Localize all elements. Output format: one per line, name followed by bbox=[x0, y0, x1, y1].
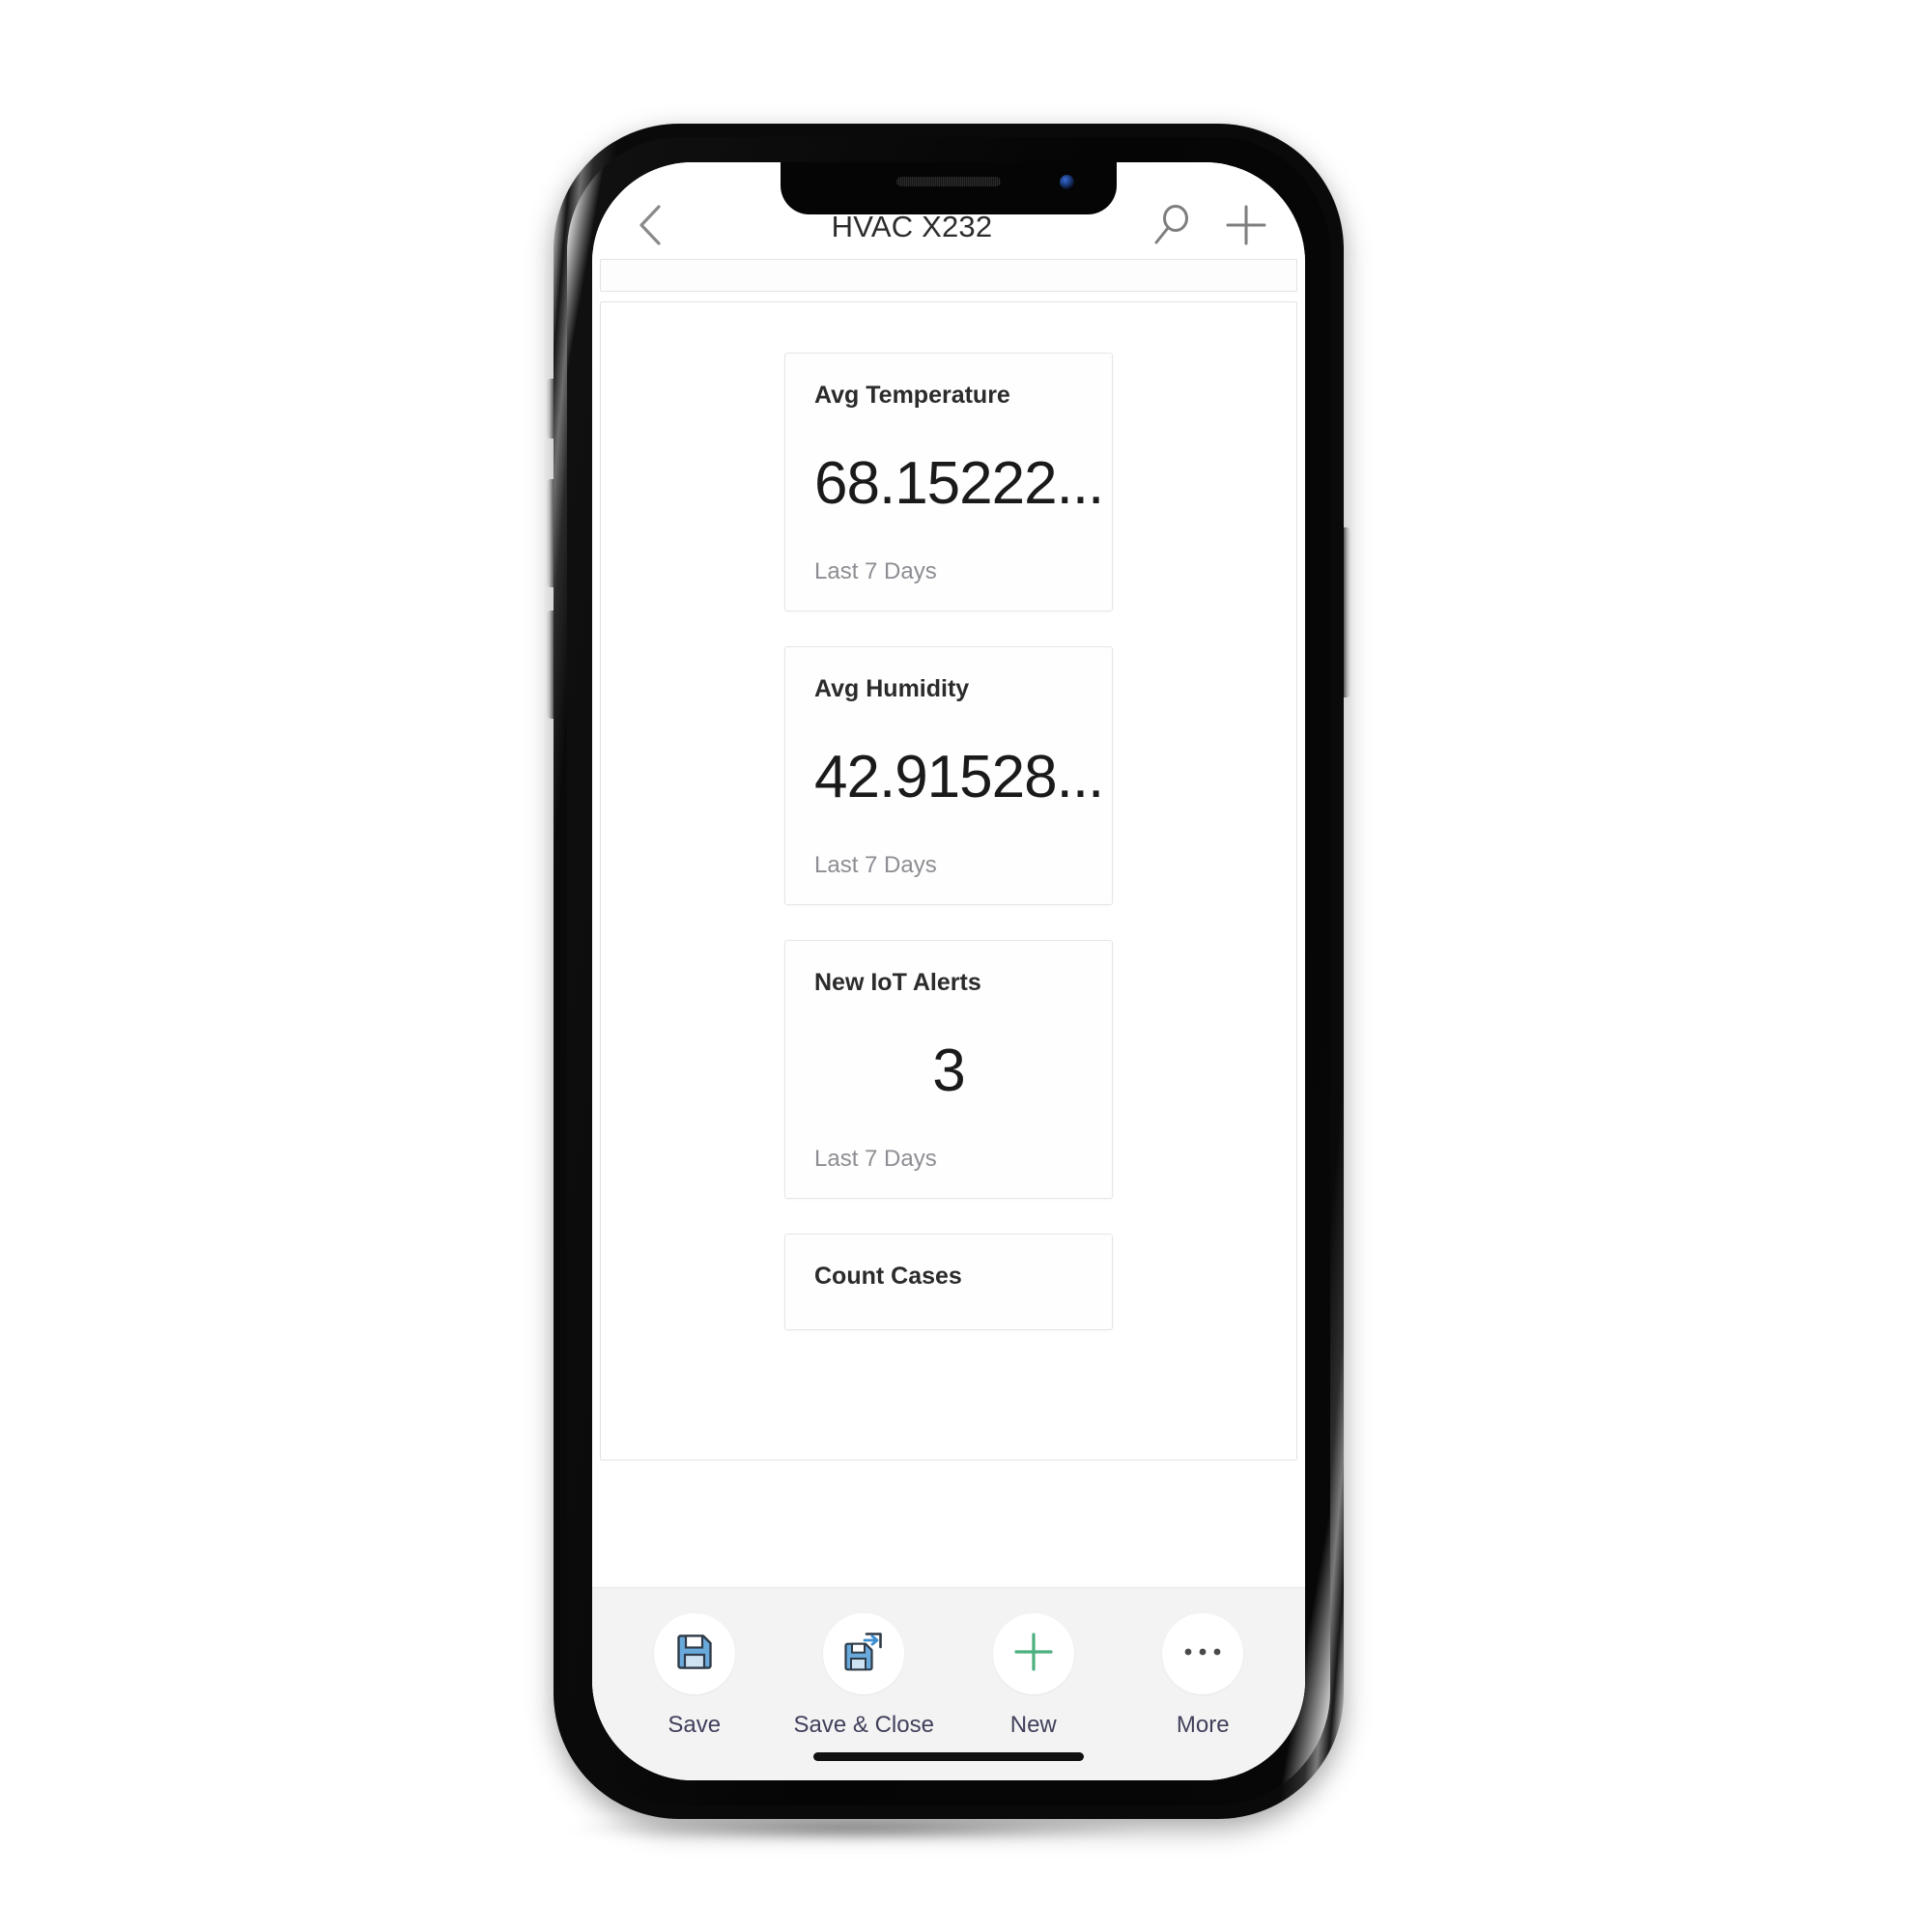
phone-screen: HVAC X232 Avg Temperature 68.15222... La… bbox=[592, 162, 1305, 1780]
kpi-title: New IoT Alerts bbox=[814, 969, 981, 996]
save-and-close-button-label: Save & Close bbox=[793, 1712, 934, 1738]
add-record-button[interactable] bbox=[1216, 197, 1276, 257]
kpi-title: Avg Temperature bbox=[814, 382, 1010, 409]
save-and-close-button-circle bbox=[823, 1613, 905, 1694]
search-icon bbox=[1151, 203, 1194, 252]
kpi-value-area: 3 bbox=[814, 997, 1083, 1147]
phone-bezel: HVAC X232 Avg Temperature 68.15222... La… bbox=[567, 137, 1330, 1805]
home-indicator[interactable] bbox=[813, 1752, 1084, 1761]
save-button-label: Save bbox=[668, 1712, 722, 1738]
kpi-card-avg-humidity[interactable]: Avg Humidity 42.91528... Last 7 Days bbox=[784, 646, 1113, 905]
kpi-card-avg-temperature[interactable]: Avg Temperature 68.15222... Last 7 Days bbox=[784, 353, 1113, 611]
kpi-value: 42.91528... bbox=[814, 743, 1104, 810]
kpi-title: Count Cases bbox=[814, 1263, 962, 1290]
dashboard-panel: Avg Temperature 68.15222... Last 7 Days … bbox=[600, 301, 1297, 1461]
phone-frame: HVAC X232 Avg Temperature 68.15222... La… bbox=[554, 124, 1344, 1819]
form-scroll-area[interactable]: Avg Temperature 68.15222... Last 7 Days … bbox=[592, 259, 1305, 1587]
navbar-actions bbox=[1143, 197, 1276, 257]
form-section-header-strip bbox=[600, 259, 1297, 292]
phone-notch bbox=[781, 162, 1117, 214]
chevron-left-icon bbox=[635, 203, 668, 252]
save-and-close-button[interactable]: Save & Close bbox=[791, 1613, 936, 1739]
phone-drop-shadow bbox=[565, 1816, 1145, 1841]
earpiece-speaker-icon bbox=[896, 177, 1001, 186]
kpi-footer: Last 7 Days bbox=[814, 558, 937, 584]
new-button[interactable]: New bbox=[961, 1613, 1106, 1739]
new-button-circle bbox=[992, 1613, 1074, 1694]
save-button-circle bbox=[653, 1613, 735, 1694]
kpi-card-count-cases[interactable]: Count Cases bbox=[784, 1234, 1113, 1330]
save-button[interactable]: Save bbox=[622, 1613, 767, 1739]
app-root: HVAC X232 Avg Temperature 68.15222... La… bbox=[592, 162, 1305, 1780]
save-floppy-icon bbox=[673, 1631, 716, 1678]
more-button-circle bbox=[1162, 1613, 1244, 1694]
kpi-value: 68.15222... bbox=[814, 449, 1104, 517]
kpi-card-new-iot-alerts[interactable]: New IoT Alerts 3 Last 7 Days bbox=[784, 940, 1113, 1199]
new-button-label: New bbox=[1009, 1712, 1057, 1738]
search-button[interactable] bbox=[1143, 197, 1203, 257]
kpi-footer: Last 7 Days bbox=[814, 852, 937, 878]
kpi-value-area: 68.15222... bbox=[814, 410, 1104, 559]
kpi-value-area: 42.91528... bbox=[814, 703, 1104, 853]
ellipsis-icon bbox=[1181, 1644, 1224, 1664]
save-and-close-floppy-icon bbox=[841, 1630, 886, 1679]
kpi-footer: Last 7 Days bbox=[814, 1146, 937, 1172]
front-camera-icon bbox=[1060, 175, 1074, 189]
back-button[interactable] bbox=[621, 197, 681, 257]
command-bar: Save Save & Close New More bbox=[592, 1587, 1305, 1780]
kpi-title: Avg Humidity bbox=[814, 675, 970, 702]
plus-icon bbox=[1011, 1630, 1056, 1679]
page-title: HVAC X232 bbox=[831, 210, 993, 243]
screenshot-stage: HVAC X232 Avg Temperature 68.15222... La… bbox=[0, 0, 1932, 1932]
kpi-card-list: Avg Temperature 68.15222... Last 7 Days … bbox=[601, 353, 1296, 1330]
kpi-value: 3 bbox=[932, 1037, 965, 1104]
more-button-label: More bbox=[1176, 1712, 1230, 1738]
plus-icon bbox=[1223, 202, 1269, 253]
more-button[interactable]: More bbox=[1130, 1613, 1275, 1739]
